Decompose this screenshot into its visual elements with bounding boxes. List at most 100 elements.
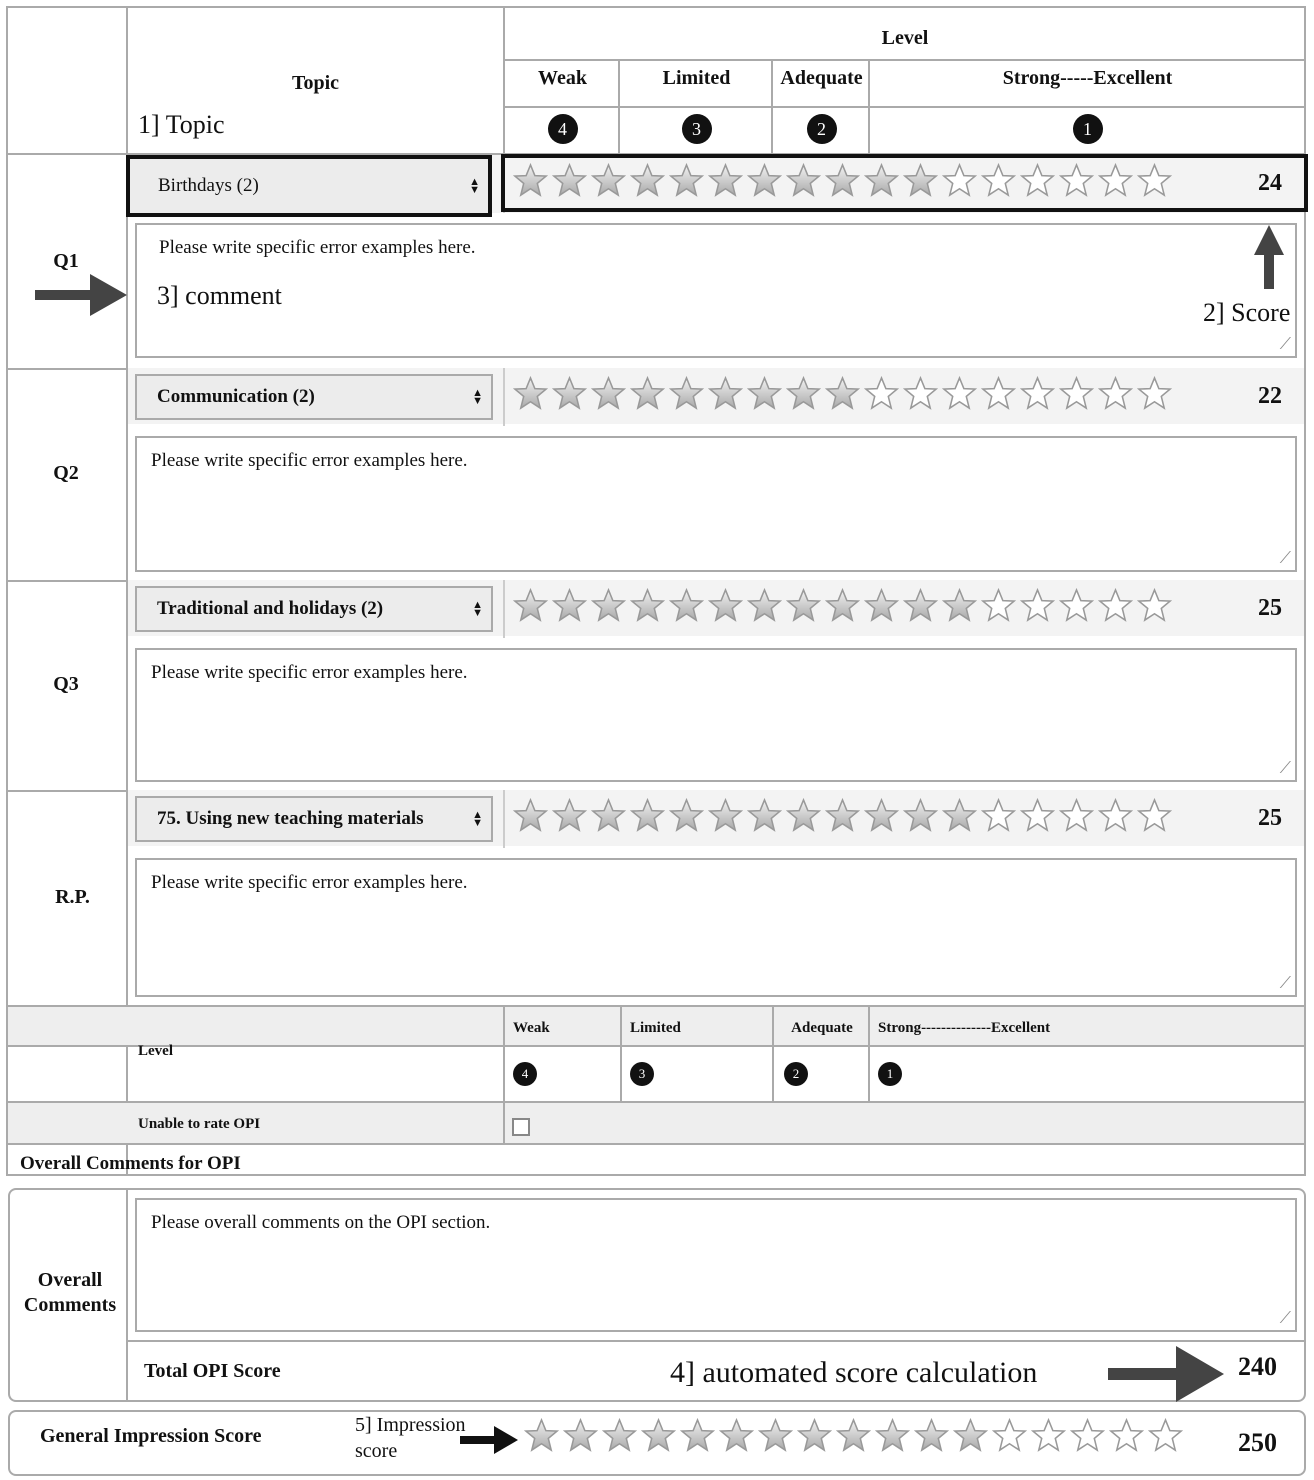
star-filled-icon[interactable] <box>590 797 627 838</box>
star-filled-icon[interactable] <box>601 1417 638 1458</box>
star-empty-icon[interactable] <box>1069 1417 1106 1458</box>
star-empty-icon[interactable] <box>980 162 1017 203</box>
star-filled-icon[interactable] <box>707 375 744 416</box>
comment-textarea[interactable]: Please write specific error examples her… <box>135 648 1297 782</box>
star-empty-icon[interactable] <box>1058 375 1095 416</box>
star-empty-icon[interactable] <box>1019 587 1056 628</box>
star-filled-icon[interactable] <box>707 797 744 838</box>
star-filled-icon[interactable] <box>512 162 549 203</box>
star-filled-icon[interactable] <box>629 587 666 628</box>
star-filled-icon[interactable] <box>629 375 666 416</box>
comment-textarea[interactable]: Please write specific error examples her… <box>135 436 1297 572</box>
resize-grip-icon[interactable]: ⟋ <box>1280 975 1291 993</box>
star-filled-icon[interactable] <box>902 797 939 838</box>
star-empty-icon[interactable] <box>1136 797 1173 838</box>
star-empty-icon[interactable] <box>941 162 978 203</box>
star-empty-icon[interactable] <box>1097 797 1134 838</box>
star-filled-icon[interactable] <box>562 1417 599 1458</box>
star-filled-icon[interactable] <box>746 587 783 628</box>
star-filled-icon[interactable] <box>824 162 861 203</box>
star-filled-icon[interactable] <box>941 797 978 838</box>
star-empty-icon[interactable] <box>1147 1417 1184 1458</box>
star-filled-icon[interactable] <box>863 587 900 628</box>
star-filled-icon[interactable] <box>874 1417 911 1458</box>
star-filled-icon[interactable] <box>835 1417 872 1458</box>
comment-textarea[interactable]: Please write specific error examples her… <box>135 858 1297 997</box>
star-empty-icon[interactable] <box>980 797 1017 838</box>
star-filled-icon[interactable] <box>902 587 939 628</box>
topic-select[interactable]: Communication (2) ▲ ▼ <box>135 374 493 420</box>
star-filled-icon[interactable] <box>863 797 900 838</box>
star-filled-icon[interactable] <box>629 797 666 838</box>
star-filled-icon[interactable] <box>679 1417 716 1458</box>
star-filled-icon[interactable] <box>590 587 627 628</box>
star-filled-icon[interactable] <box>796 1417 833 1458</box>
star-filled-icon[interactable] <box>913 1417 950 1458</box>
star-filled-icon[interactable] <box>512 587 549 628</box>
star-empty-icon[interactable] <box>1030 1417 1067 1458</box>
star-empty-icon[interactable] <box>941 375 978 416</box>
star-filled-icon[interactable] <box>668 797 705 838</box>
star-empty-icon[interactable] <box>1019 162 1056 203</box>
star-filled-icon[interactable] <box>668 587 705 628</box>
impression-stars[interactable] <box>516 1417 1184 1458</box>
star-filled-icon[interactable] <box>902 162 939 203</box>
star-empty-icon[interactable] <box>1019 375 1056 416</box>
star-filled-icon[interactable] <box>523 1417 560 1458</box>
star-filled-icon[interactable] <box>941 587 978 628</box>
star-filled-icon[interactable] <box>668 162 705 203</box>
star-empty-icon[interactable] <box>980 375 1017 416</box>
star-filled-icon[interactable] <box>512 797 549 838</box>
star-empty-icon[interactable] <box>1097 162 1134 203</box>
star-empty-icon[interactable] <box>1136 162 1173 203</box>
topic-select[interactable]: Traditional and holidays (2) ▲ ▼ <box>135 586 493 632</box>
star-empty-icon[interactable] <box>863 375 900 416</box>
star-filled-icon[interactable] <box>824 587 861 628</box>
star-filled-icon[interactable] <box>707 587 744 628</box>
star-filled-icon[interactable] <box>629 162 666 203</box>
star-empty-icon[interactable] <box>1058 162 1095 203</box>
star-filled-icon[interactable] <box>512 375 549 416</box>
score-stars[interactable]: 22 <box>505 370 1304 422</box>
star-filled-icon[interactable] <box>785 162 822 203</box>
topic-select[interactable]: 75. Using new teaching materials ▲ ▼ <box>135 796 493 842</box>
star-filled-icon[interactable] <box>551 162 588 203</box>
star-filled-icon[interactable] <box>824 375 861 416</box>
star-empty-icon[interactable] <box>1058 797 1095 838</box>
score-stars[interactable]: 25 <box>505 792 1304 844</box>
star-empty-icon[interactable] <box>1136 587 1173 628</box>
star-filled-icon[interactable] <box>746 797 783 838</box>
star-filled-icon[interactable] <box>863 162 900 203</box>
star-filled-icon[interactable] <box>824 797 861 838</box>
score-stars[interactable]: 24 <box>501 154 1308 212</box>
star-empty-icon[interactable] <box>980 587 1017 628</box>
star-filled-icon[interactable] <box>707 162 744 203</box>
star-filled-icon[interactable] <box>746 375 783 416</box>
star-filled-icon[interactable] <box>785 375 822 416</box>
unable-checkbox[interactable] <box>512 1118 530 1136</box>
star-filled-icon[interactable] <box>785 587 822 628</box>
star-filled-icon[interactable] <box>551 587 588 628</box>
topic-select[interactable]: Birthdays (2) ▲ ▼ <box>126 155 492 217</box>
comment-textarea[interactable]: Please write specific error examples her… <box>135 223 1297 358</box>
star-empty-icon[interactable] <box>1097 587 1134 628</box>
star-empty-icon[interactable] <box>1058 587 1095 628</box>
resize-grip-icon[interactable]: ⟋ <box>1280 1310 1291 1328</box>
star-filled-icon[interactable] <box>640 1417 677 1458</box>
star-filled-icon[interactable] <box>757 1417 794 1458</box>
star-filled-icon[interactable] <box>952 1417 989 1458</box>
star-filled-icon[interactable] <box>718 1417 755 1458</box>
star-filled-icon[interactable] <box>590 375 627 416</box>
resize-grip-icon[interactable]: ⟋ <box>1280 550 1291 568</box>
star-filled-icon[interactable] <box>746 162 783 203</box>
resize-grip-icon[interactable]: ⟋ <box>1280 760 1291 778</box>
star-empty-icon[interactable] <box>902 375 939 416</box>
overall-comment-textarea[interactable]: Please overall comments on the OPI secti… <box>135 1198 1297 1332</box>
star-empty-icon[interactable] <box>1136 375 1173 416</box>
star-empty-icon[interactable] <box>1108 1417 1145 1458</box>
star-empty-icon[interactable] <box>1097 375 1134 416</box>
star-empty-icon[interactable] <box>991 1417 1028 1458</box>
star-filled-icon[interactable] <box>551 375 588 416</box>
score-stars[interactable]: 25 <box>505 582 1304 634</box>
star-filled-icon[interactable] <box>785 797 822 838</box>
